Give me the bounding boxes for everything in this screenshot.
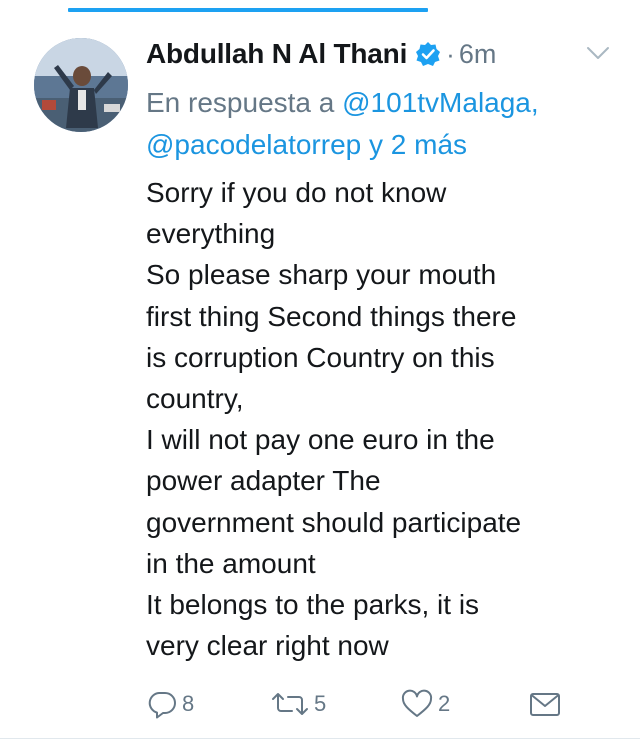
author-name[interactable]: Abdullah N Al Thani [146, 38, 407, 70]
retweet-count: 5 [314, 691, 327, 716]
like-count: 2 [438, 691, 451, 716]
tweet-text-line: government should participate [146, 506, 522, 538]
like-button[interactable]: 2 [400, 684, 450, 724]
verified-badge-icon [415, 41, 441, 67]
separator-dot: · [446, 38, 455, 69]
tweet-timestamp[interactable]: 6m [459, 39, 497, 70]
tweet-text-line: Sorry if you do not know [146, 177, 447, 208]
tweet-text: Sorry if you do not know everything So p… [146, 172, 626, 666]
tweet-text-line: power adapter The [146, 465, 381, 497]
mention-link[interactable]: @101tvMalaga, [342, 87, 539, 118]
more-mentions-link[interactable]: y 2 más [369, 129, 467, 160]
tweet-text-line: everything [146, 218, 276, 250]
tweet-text-line: So please sharp your mouth [146, 259, 497, 291]
tweet-text-line: is corruption Country on this [146, 341, 495, 373]
progress-indicator [68, 8, 428, 12]
tweet-text-line: It belongs to the parks, it is [146, 589, 480, 621]
reply-button[interactable]: 8 [146, 684, 194, 724]
tweet-header: Abdullah N Al Thani · 6m [146, 34, 496, 74]
direct-message-button[interactable] [528, 684, 562, 724]
reply-icon [146, 689, 178, 719]
divider [0, 738, 640, 739]
reply-count: 8 [182, 691, 195, 716]
heart-icon [400, 689, 434, 719]
tweet-text-line: very clear right now [146, 630, 389, 662]
retweet-icon [270, 689, 310, 719]
tweet-text-line: in the amount [146, 547, 316, 579]
retweet-button[interactable]: 5 [270, 684, 326, 724]
chevron-down-icon[interactable] [586, 44, 610, 62]
tweet-text-line: first thing Second things there [146, 300, 517, 332]
tweet-text-line: country, [146, 383, 244, 415]
tweet-page: Abdullah N Al Thani · 6m En respuesta a … [0, 0, 640, 742]
mention-link[interactable]: @pacodelatorrep [146, 129, 361, 160]
tweet-actions: 8 5 2 [0, 684, 640, 724]
avatar[interactable] [34, 38, 128, 132]
tweet-text-line: I will not pay one euro in the [146, 424, 495, 456]
avatar-photo [34, 38, 128, 132]
envelope-icon [528, 689, 562, 719]
reply-prefix: En respuesta a [146, 87, 335, 118]
reply-context: En respuesta a @101tvMalaga, @pacodelato… [146, 82, 626, 166]
